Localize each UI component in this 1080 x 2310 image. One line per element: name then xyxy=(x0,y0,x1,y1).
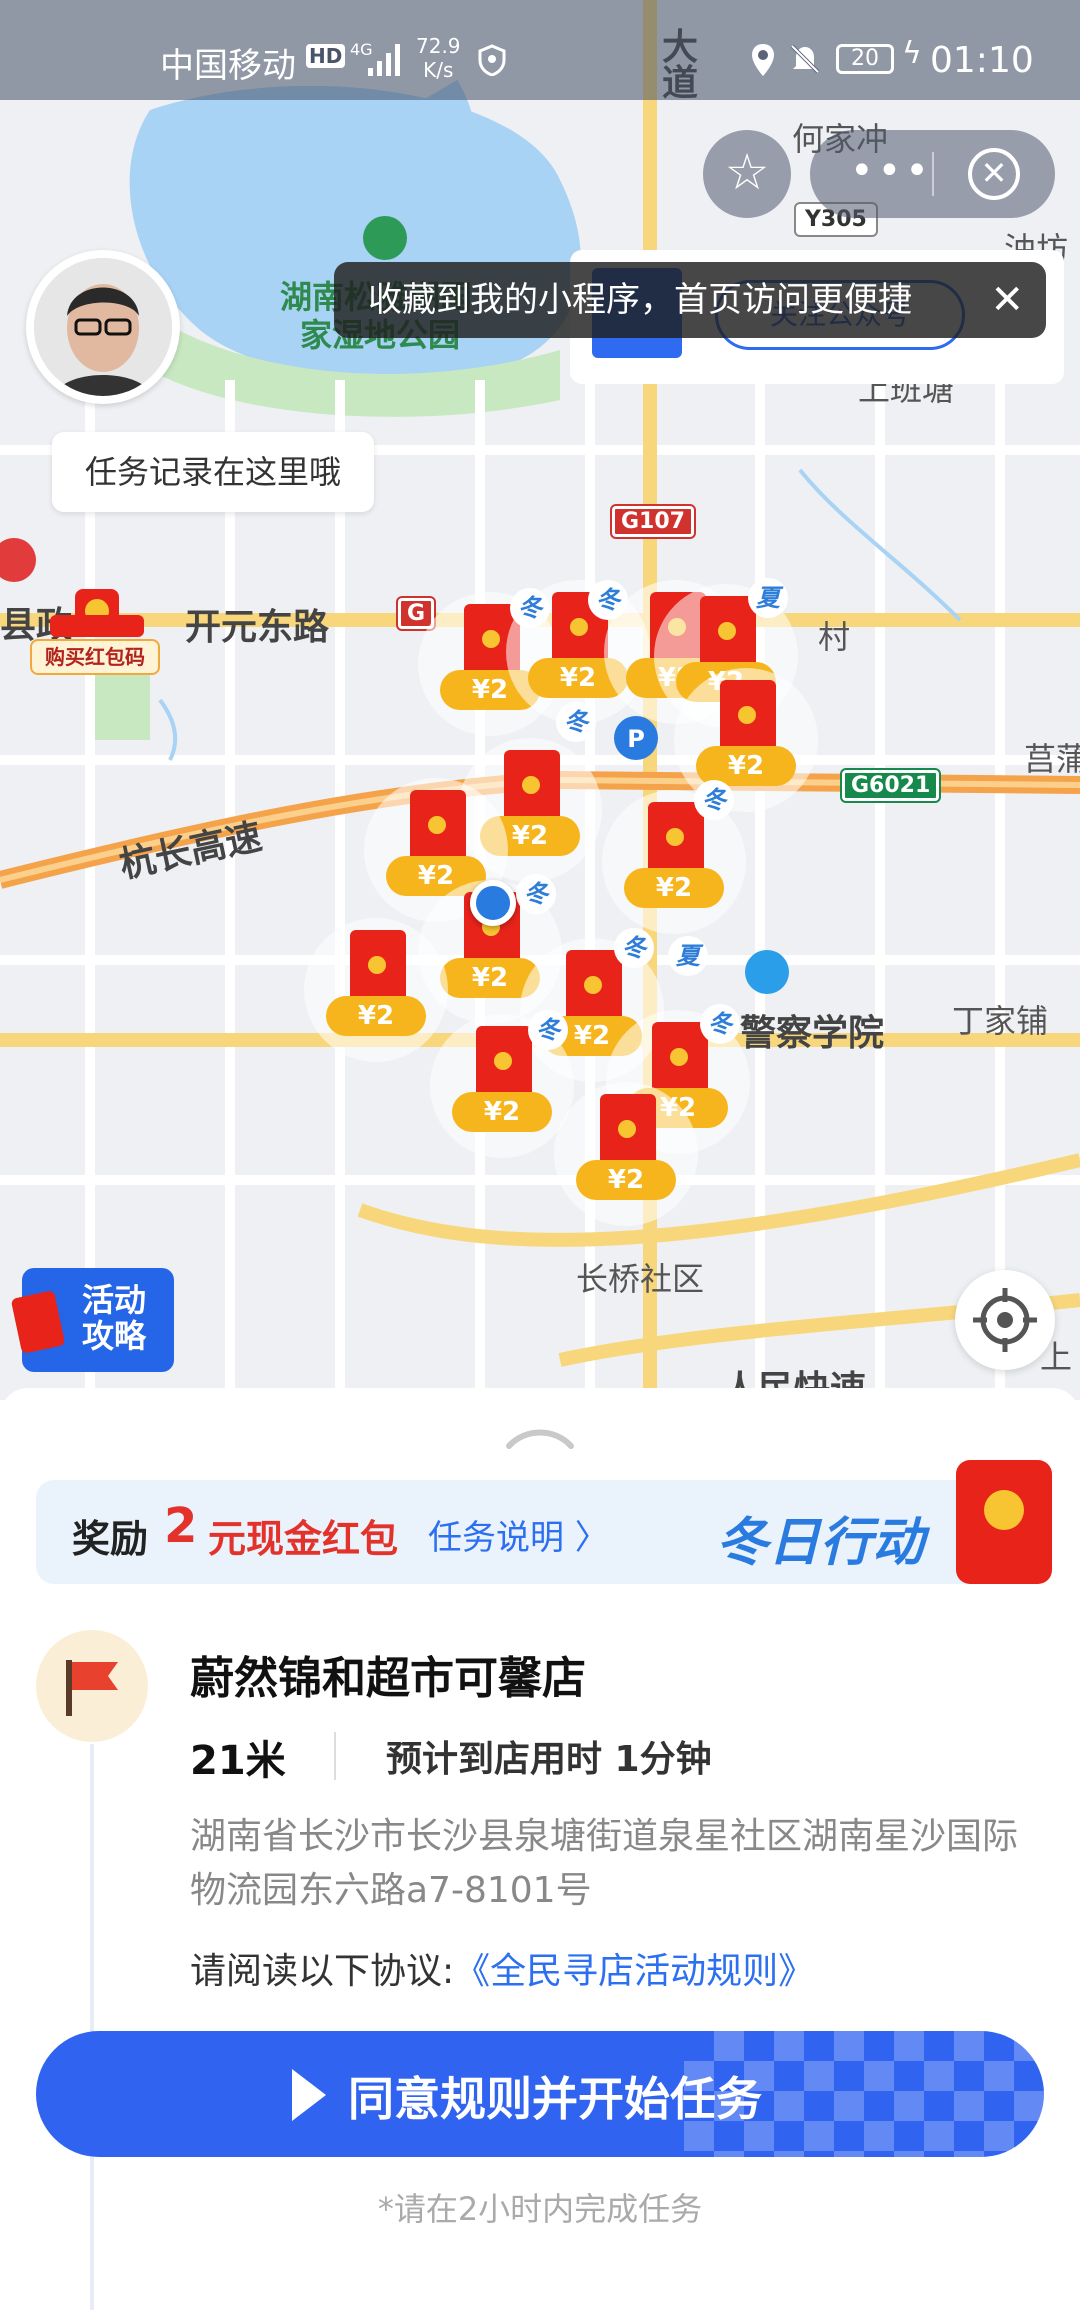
summer-badge: 夏 xyxy=(748,578,788,618)
hd-badge: HD xyxy=(306,44,346,68)
reward-suffix: 元现金红包 xyxy=(208,1517,399,1561)
map-label-pu: 莒蒲 xyxy=(1024,740,1080,778)
time-limit-note: *请在2小时内完成任务 xyxy=(377,2190,703,2228)
estimated-arrival: 预计到店用时 1分钟 xyxy=(386,1739,712,1780)
close-circle-icon[interactable]: ✕ xyxy=(968,148,1020,200)
winter-badge: 冬 xyxy=(700,1004,740,1044)
capsule-divider xyxy=(932,152,934,196)
red-packet-amount: ¥2 xyxy=(452,1092,552,1132)
map-label-village: 村 xyxy=(818,618,851,656)
activity-guide-button[interactable]: 活动 攻略 xyxy=(10,1268,174,1372)
winter-badge: 冬 xyxy=(614,928,654,968)
speed-unit: K/s xyxy=(423,58,454,82)
store-address: 湖南省长沙市长沙县泉塘街道泉星社区湖南星沙国际物流园东六路a7-8101号 xyxy=(190,1816,1019,1911)
red-packet-amount: ¥2 xyxy=(624,868,724,908)
reward-prefix: 奖励 xyxy=(72,1517,149,1561)
activity-rules-link[interactable]: 《全民寻店活动规则》 xyxy=(454,1951,814,1992)
shield-icon xyxy=(478,44,506,76)
agreement-prefix: 请阅读以下协议: xyxy=(190,1951,455,1992)
red-packet-marker[interactable]: ¥2 xyxy=(554,1082,698,1226)
flag-icon xyxy=(36,1630,148,1742)
winter-badge: 冬 xyxy=(510,588,550,628)
svg-text:P: P xyxy=(627,725,645,753)
red-packet-marker[interactable]: ¥2 xyxy=(602,790,746,934)
task-bottom-sheet: 奖励 2 元现金红包 任务说明 〉 冬日行动 蔚然锦和超市可馨店 21米 预计到… xyxy=(0,1388,1080,2310)
summer-badge: 夏 xyxy=(668,936,708,976)
mute-bell-icon xyxy=(790,44,820,74)
winter-badge: 冬 xyxy=(556,702,596,742)
red-packet-box-icon xyxy=(50,589,144,637)
road-shield-g107: G107 xyxy=(610,504,696,539)
store-distance: 21米 xyxy=(190,1738,286,1784)
road-shield-g6021: G6021 xyxy=(839,768,942,803)
red-packet-amount: ¥2 xyxy=(326,996,426,1036)
reward-banner: 奖励 2 元现金红包 任务说明 〉 冬日行动 xyxy=(36,1460,1052,1584)
agreement-line: 请阅读以下协议:《全民寻店活动规则》 xyxy=(190,1942,814,1994)
map-label-police-academy: 警察学院 xyxy=(740,1013,885,1054)
red-packet-mascot-icon xyxy=(956,1460,1052,1584)
current-location-dot xyxy=(470,880,516,926)
network-speed: 72.9 K/s xyxy=(416,34,461,82)
task-explain-link[interactable]: 任务说明 〉 xyxy=(428,1510,609,1559)
signal-icon xyxy=(368,44,400,76)
charging-icon: ϟ xyxy=(902,36,922,71)
start-button-label: 同意规则并开始任务 xyxy=(348,2072,762,2126)
favorite-tooltip-text: 收藏到我的小程序，首页访问更便捷 xyxy=(368,280,912,320)
clock: 01:10 xyxy=(930,40,1034,81)
activity-guide-line2: 攻略 xyxy=(82,1317,147,1355)
avatar[interactable] xyxy=(26,250,180,404)
tooltip-close-icon[interactable]: ✕ xyxy=(990,262,1024,338)
status-bar: 中国移动 HD 4G 72.9 K/s 20 ϟ 01:10 xyxy=(0,0,1080,100)
carrier-name: 中国移动 xyxy=(160,46,296,86)
winter-badge: 冬 xyxy=(516,874,556,914)
map-label-kaiyuan-road: 开元东路 xyxy=(185,607,330,648)
favorite-tooltip: 收藏到我的小程序，首页访问更便捷 ✕ xyxy=(334,262,1046,338)
map-view[interactable]: P 湖南松雅湖国 家湿地公园 开元东路 杭长高速 警察学院 长桥社区 丁家铺 何… xyxy=(0,0,1080,1400)
mini-program-capsule: ••• ✕ xyxy=(810,130,1055,218)
avatar-image xyxy=(34,258,172,396)
map-label-dingjiapu: 丁家铺 xyxy=(952,1002,1049,1040)
divider xyxy=(334,1732,336,1780)
crosshair-icon xyxy=(973,1288,1037,1352)
play-icon xyxy=(292,2069,326,2121)
winter-badge: 冬 xyxy=(694,780,734,820)
buy-red-packet-code-label: 购买红包码 xyxy=(30,639,160,675)
reward-amount: 2 xyxy=(164,1498,198,1554)
red-packet-marker[interactable]: ¥2 xyxy=(304,918,448,1062)
star-icon: ☆ xyxy=(724,143,770,201)
agree-and-start-button[interactable]: 同意规则并开始任务 xyxy=(36,2031,1044,2157)
more-icon[interactable]: ••• xyxy=(850,148,933,194)
chevron-up-icon[interactable] xyxy=(505,1422,575,1452)
red-packet-amount: ¥2 xyxy=(576,1160,676,1200)
map-label-changqiao: 长桥社区 xyxy=(576,1260,705,1298)
store-name: 蔚然锦和超市可馨店 xyxy=(190,1653,586,1704)
favorite-star-button[interactable]: ☆ xyxy=(703,130,791,218)
activity-guide-line1: 活动 xyxy=(82,1281,147,1319)
task-record-tip[interactable]: 任务记录在这里哦 xyxy=(52,432,374,512)
buy-red-packet-code-button[interactable]: 购买红包码 xyxy=(30,575,160,675)
winter-badge: 冬 xyxy=(588,580,628,620)
campaign-brand: 冬日行动 xyxy=(716,1513,925,1573)
speed-value: 72.9 xyxy=(416,34,461,58)
location-icon xyxy=(752,44,774,76)
battery-level: 20 xyxy=(836,44,894,74)
winter-badge: 冬 xyxy=(528,1010,568,1050)
locate-me-button[interactable] xyxy=(955,1270,1055,1370)
